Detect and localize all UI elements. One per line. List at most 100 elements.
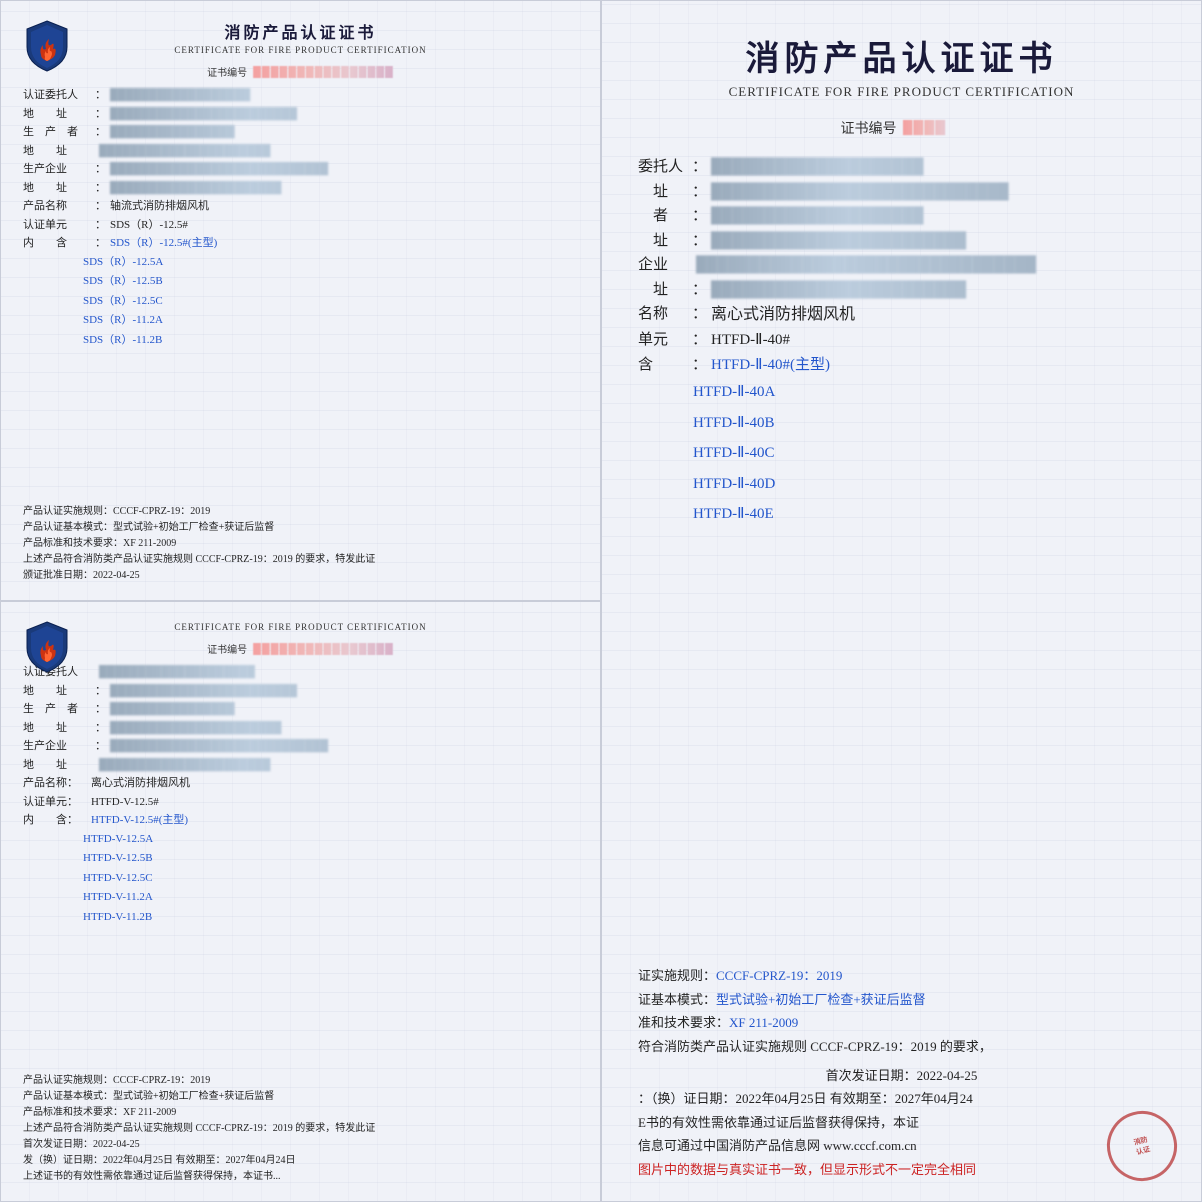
- field-row: 名称 ： 离心式消防排烟风机: [638, 303, 1165, 327]
- field-label: 产品名称: [23, 198, 91, 215]
- sub-item: HTFD-V-11.2A: [23, 889, 578, 907]
- cert-header-2: CERTIFICATE FOR FIRE PRODUCT CERTIFICATI…: [23, 620, 578, 632]
- footer-line: 产品认证基本模式：型式试验+初始工厂检查+获证后监督: [23, 1089, 578, 1105]
- cert-footer-1: 产品认证实施规则：CCCF-CPRZ-19：2019 产品认证基本模式：型式试验…: [23, 504, 578, 584]
- footer-value: 型式试验+初始工厂检查+获证后监督: [716, 992, 926, 1007]
- field-row: 认证委托人 ████████████████████: [23, 664, 578, 681]
- cert-serial-line-2: 证书编号 ████████████████: [23, 641, 578, 656]
- footer-line: 证实施规则：CCCF-CPRZ-19：2019: [638, 964, 1165, 987]
- footer-date: 首次发证日期：2022-04-25: [638, 1064, 1165, 1087]
- field-row: 地 址 ： ██████████████████████: [23, 720, 578, 737]
- sub-item: HTFD-V-12.5B: [23, 850, 578, 868]
- cert-title-en-2: CERTIFICATE FOR FIRE PRODUCT CERTIFICATI…: [174, 622, 426, 632]
- field-row: 内 含： HTFD-V-12.5#(主型): [23, 812, 578, 829]
- field-value: ████████████████: [110, 701, 578, 718]
- cert-logo-1: [23, 19, 75, 71]
- field-value: ██████████████████████: [99, 143, 578, 160]
- field-row: 含 ： HTFD-Ⅱ-40#(主型): [638, 354, 1165, 377]
- field-value-product: 轴流式消防排烟风机: [110, 198, 578, 215]
- field-row: 者 ： ████████████████████: [638, 205, 1165, 228]
- field-value: ████████████████████████████: [711, 181, 1165, 204]
- footer-date-renew: ：（换）证日期：2022年04月25日 有效期至：2027年04月24: [638, 1087, 1165, 1110]
- field-value-contains: HTFD-V-12.5#(主型): [91, 812, 578, 829]
- field-label: 生产企业: [23, 738, 91, 755]
- cert-card-large: 消防产品认证证书 CERTIFICATE FOR FIRE PRODUCT CE…: [601, 0, 1202, 1202]
- field-row: 地 址 ： ████████████████████████: [23, 683, 578, 700]
- cert-title-en-large: CERTIFICATE FOR FIRE PRODUCT CERTIFICATI…: [729, 84, 1075, 100]
- sub-item: HTFD-V-11.2B: [23, 909, 578, 927]
- field-row: 产品名称 ： 轴流式消防排烟风机: [23, 198, 578, 215]
- sub-item: HTFD-Ⅱ-40C: [638, 439, 1165, 468]
- field-label: 地 址: [23, 757, 91, 774]
- footer-disclaimer: 图片中的数据与真实证书一致，但显示形式不一定完全相同: [638, 1158, 1165, 1181]
- field-row: 地 址 ： ████████████████████████: [23, 106, 578, 123]
- cert-header-large: 消防产品认证证书 CERTIFICATE FOR FIRE PRODUCT CE…: [638, 31, 1165, 100]
- field-row: 委托人 ： ████████████████████: [638, 156, 1165, 179]
- field-value: ████████████████████████: [711, 230, 1165, 253]
- footer-validity: 上述证书的有效性需依靠通过证后监督获得保持，本证书...: [23, 1169, 578, 1185]
- stamp-text: 消防认证: [1133, 1135, 1152, 1158]
- field-value-unit: HTFD-Ⅱ-40#: [711, 329, 1165, 352]
- sub-item: HTFD-V-12.5A: [23, 831, 578, 849]
- field-value: ████████████████: [110, 124, 578, 141]
- field-label: 生 产 者: [23, 124, 91, 141]
- field-label: 产品名称：: [23, 775, 91, 792]
- field-row: 地 址 ： ██████████████████████: [23, 180, 578, 197]
- field-label: 委托人: [638, 156, 688, 179]
- field-value: ████████████████████: [711, 205, 1165, 228]
- sub-item: SDS（R）-11.2B: [23, 332, 578, 350]
- field-value: ████████████████████: [711, 156, 1165, 179]
- field-label: 地 址: [23, 143, 91, 160]
- field-row: 生产企业 ： ████████████████████████████: [23, 738, 578, 755]
- serial-label-1: 证书编号: [207, 64, 247, 79]
- field-label: 内 含: [23, 235, 91, 252]
- field-label: 生产企业: [23, 161, 91, 178]
- cert-serial-line-large: 证书编号 ████: [638, 118, 1165, 138]
- cert-fields-large: 委托人 ： ████████████████████ 址 ： █████████…: [638, 156, 1165, 952]
- field-value: ████████████████████████: [110, 683, 578, 700]
- cert-title-cn-1: 消防产品认证证书: [174, 19, 426, 43]
- field-label: 址: [638, 230, 688, 253]
- cert-card-1: 消防产品认证证书 CERTIFICATE FOR FIRE PRODUCT CE…: [0, 0, 601, 601]
- field-value-product: 离心式消防排烟风机: [91, 775, 578, 792]
- sub-item: HTFD-Ⅱ-40A: [638, 378, 1165, 407]
- cert-fields-1: 认证委托人 ： ██████████████████ 地 址 ： ███████…: [23, 87, 578, 498]
- field-label: 址: [638, 279, 688, 302]
- footer-value: CCCF-CPRZ-19：2019: [716, 968, 842, 983]
- footer-line: 产品标准和技术要求：XF 211-2009: [23, 1105, 578, 1121]
- footer-line: 产品认证实施规则：CCCF-CPRZ-19：2019: [23, 1073, 578, 1089]
- cert-title-en-1: CERTIFICATE FOR FIRE PRODUCT CERTIFICATI…: [174, 45, 426, 55]
- field-label: 址: [638, 181, 688, 204]
- serial-label-2: 证书编号: [207, 641, 247, 656]
- field-value: ██████████████████████: [110, 720, 578, 737]
- footer-value: XF 211-2009: [729, 1015, 798, 1030]
- field-label: 认证委托人: [23, 87, 91, 104]
- field-label: 地 址: [23, 683, 91, 700]
- field-label: 企业: [638, 254, 688, 277]
- field-value-contains: SDS（R）-12.5#(主型): [110, 235, 578, 252]
- field-row: 认证单元 ： SDS（R）-12.5#: [23, 217, 578, 234]
- footer-validity: E书的有效性需依靠通过证后监督获得保持，本证: [638, 1111, 1165, 1134]
- field-label: 认证单元: [23, 217, 91, 234]
- sub-item: HTFD-Ⅱ-40B: [638, 409, 1165, 438]
- footer-line: 产品认证实施规则：CCCF-CPRZ-19：2019: [23, 504, 578, 520]
- field-value: ████████████████████████: [110, 106, 578, 123]
- field-label: 名称: [638, 303, 688, 326]
- field-label: 地 址: [23, 180, 91, 197]
- footer-line: 上述产品符合消防类产品认证实施规则 CCCF-CPRZ-19：2019 的要求，…: [23, 1121, 578, 1137]
- field-row: 地 址 ██████████████████████: [23, 143, 578, 160]
- field-row: 认证单元： HTFD-V-12.5#: [23, 794, 578, 811]
- cert-title-block-large: 消防产品认证证书 CERTIFICATE FOR FIRE PRODUCT CE…: [729, 31, 1075, 100]
- cert-fields-2: 认证委托人 ████████████████████ 地 址 ： ███████…: [23, 664, 578, 1067]
- field-label: 地 址: [23, 106, 91, 123]
- field-value-contains: HTFD-Ⅱ-40#(主型): [711, 354, 1165, 377]
- field-row: 生产企业 ： ████████████████████████████: [23, 161, 578, 178]
- sub-item: SDS（R）-11.2A: [23, 312, 578, 330]
- footer-line: 产品标准和技术要求：XF 211-2009: [23, 536, 578, 552]
- field-value: ██████████████████: [110, 87, 578, 104]
- sub-item: SDS（R）-12.5C: [23, 293, 578, 311]
- serial-value-2: ████████████████: [253, 643, 394, 655]
- footer-line: 准和技术要求：XF 211-2009: [638, 1011, 1165, 1034]
- footer-date: 颁证批准日期：2022-04-25: [23, 568, 578, 584]
- footer-info: 信息可通过中国消防产品信息网 www.cccf.com.cn: [638, 1134, 1165, 1157]
